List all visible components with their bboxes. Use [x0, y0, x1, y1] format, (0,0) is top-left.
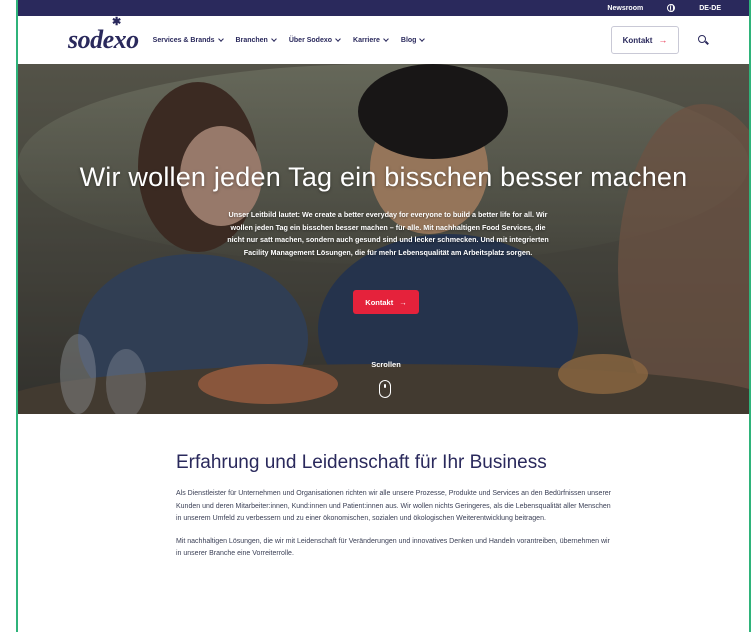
- globe-icon[interactable]: [667, 4, 676, 12]
- intro-section: Erfahrung und Leidenschaft für Ihr Busin…: [176, 451, 616, 571]
- nav-item-label: Über Sodexo: [288, 36, 333, 44]
- hero-description: Unser Leitbild lautet: We create a bette…: [227, 210, 549, 257]
- arrow-right-icon: →: [399, 297, 407, 307]
- nav-item-branchen[interactable]: Branchen: [235, 36, 277, 44]
- hero-contact-button-label: Kontakt: [365, 297, 394, 307]
- nav-item-label: Services & Brands: [152, 36, 215, 44]
- header-actions: Kontakt →: [611, 26, 709, 54]
- intro-paragraph-1: Als Dienstleister für Unternehmen und Or…: [176, 490, 612, 522]
- hero-section: Wir wollen jeden Tag ein bisschen besser…: [18, 64, 749, 414]
- chevron-down-icon: [271, 36, 277, 42]
- nav-item-ueber-sodexo[interactable]: Über Sodexo: [288, 36, 341, 44]
- nav-item-services-brands[interactable]: Services & Brands: [152, 36, 224, 44]
- chevron-down-icon: [217, 36, 224, 42]
- main-header: sodexo ✱ Services & Brands Branchen Über…: [18, 16, 749, 64]
- nav-item-label: Karriere: [353, 36, 380, 44]
- chevron-down-icon: [419, 36, 426, 42]
- intro-paragraph-2: Mit nachhaltigen Lösungen, die wir mit L…: [176, 537, 610, 558]
- chevron-down-icon: [383, 36, 389, 42]
- nav-item-label: Branchen: [235, 36, 268, 44]
- hero-title: Wir wollen jeden Tag ein bisschen besser…: [79, 162, 688, 192]
- nav-item-karriere[interactable]: Karriere: [353, 36, 389, 44]
- arrow-right-icon: →: [658, 35, 668, 45]
- contact-button-label: Kontakt: [622, 35, 653, 45]
- logo-wordmark: sodexo: [68, 25, 139, 54]
- contact-button[interactable]: Kontakt →: [611, 26, 679, 54]
- newsroom-link[interactable]: Newsroom: [607, 5, 643, 12]
- intro-heading: Erfahrung und Leidenschaft für Ihr Busin…: [176, 452, 547, 473]
- logo-star-icon: ✱: [112, 16, 121, 28]
- main-nav: Services & Brands Branchen Über Sodexo K…: [152, 36, 426, 44]
- browser-viewport: Newsroom DE-DE sodexo ✱ Services & Brand…: [16, 0, 751, 632]
- nav-item-blog[interactable]: Blog: [400, 36, 426, 44]
- scroll-label[interactable]: Scrollen: [358, 360, 414, 369]
- hero-contact-button[interactable]: Kontakt →: [353, 290, 419, 314]
- language-selector[interactable]: DE-DE: [699, 5, 721, 12]
- search-icon[interactable]: [697, 34, 709, 46]
- utility-bar: Newsroom DE-DE: [18, 0, 749, 16]
- mouse-scroll-icon[interactable]: [379, 380, 391, 398]
- nav-item-label: Blog: [400, 36, 417, 44]
- chevron-down-icon: [335, 36, 341, 42]
- sodexo-logo[interactable]: sodexo ✱: [68, 16, 139, 55]
